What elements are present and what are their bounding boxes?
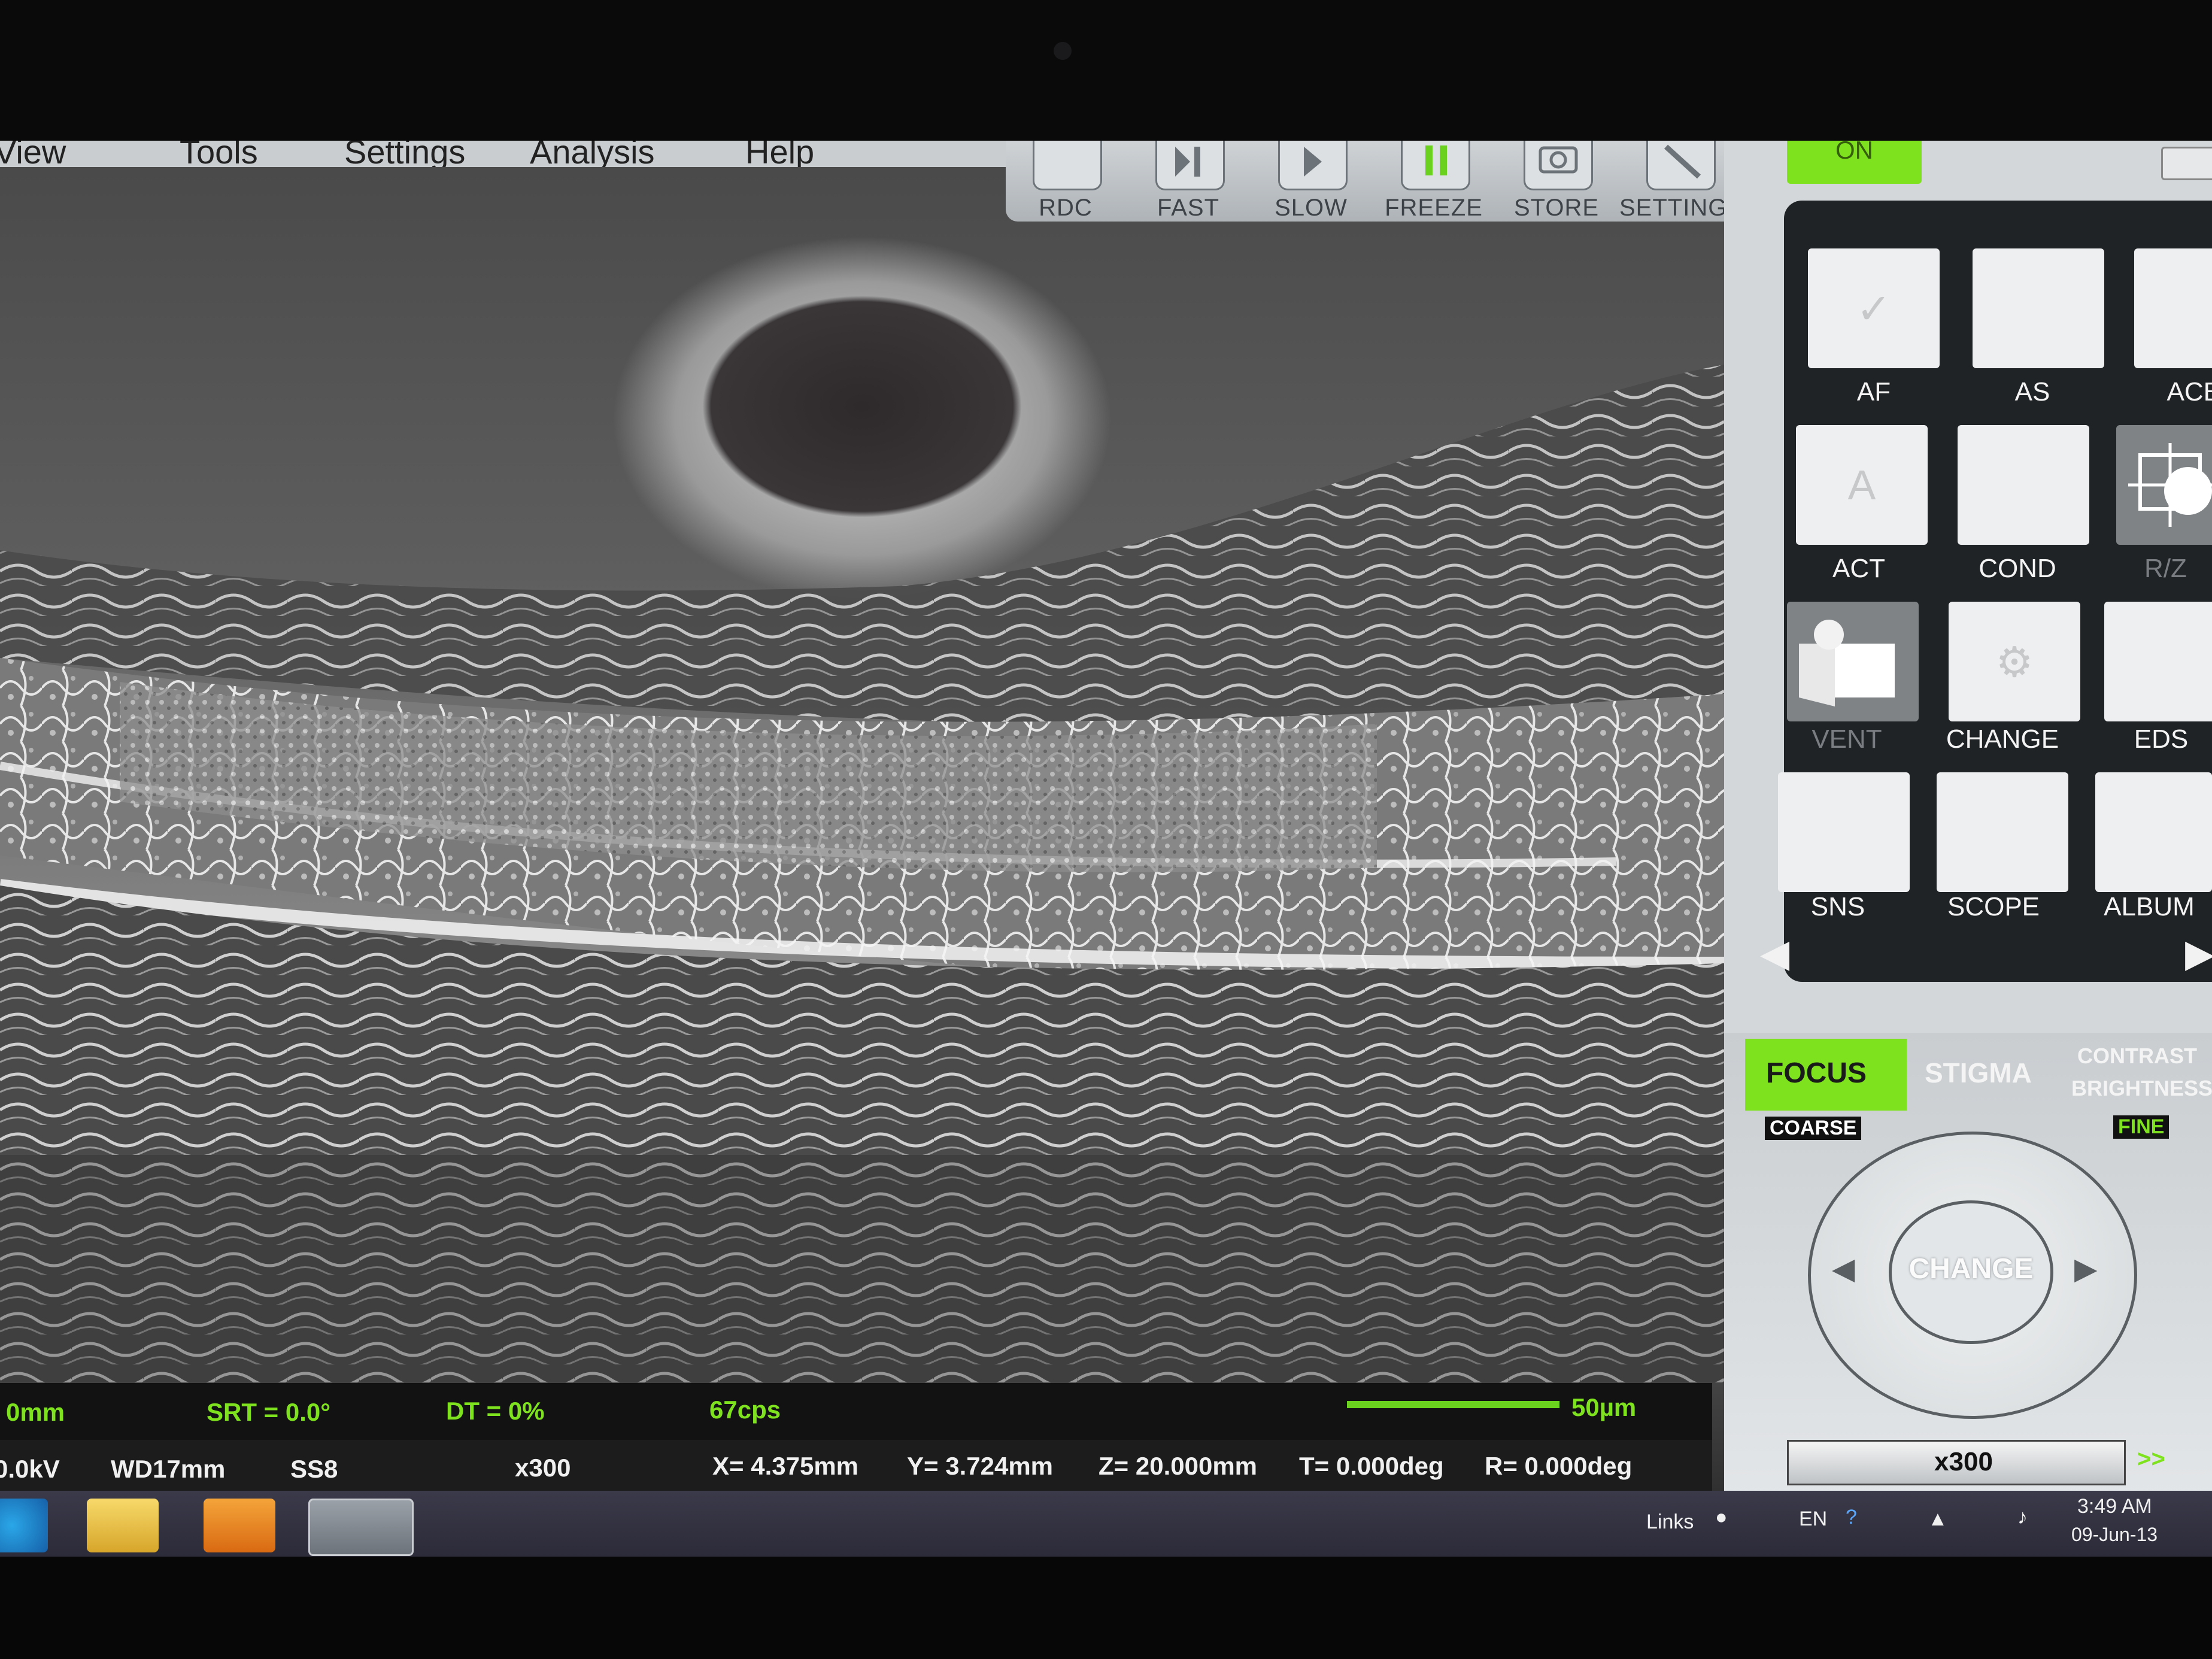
act-button[interactable]: A <box>1796 425 1928 545</box>
album-button[interactable] <box>2095 772 2212 892</box>
volume-icon[interactable]: ♪ <box>2017 1506 2028 1529</box>
freeze-label: FREEZE <box>1385 195 1483 221</box>
change-label: CHANGE <box>1946 724 2059 754</box>
scope-label: SCOPE <box>1947 892 2040 921</box>
screen: View Tools Settings Analysis Help RDC FA… <box>0 141 2212 1557</box>
fast-button[interactable]: FAST <box>1128 141 1248 222</box>
cond-label: COND <box>1979 554 2056 583</box>
z-readout: Z= 20.000mm <box>1099 1452 1258 1480</box>
ie-app-icon[interactable] <box>0 1499 48 1552</box>
image-toolbar: RDC FAST SLOW FREEZE STORE SETTINGS <box>1006 141 1744 222</box>
rz-label: R/Z <box>2144 554 2187 583</box>
sem-app-icon[interactable] <box>308 1499 414 1556</box>
change-button[interactable]: ⚙ <box>1949 602 2080 721</box>
slow-button[interactable]: SLOW <box>1251 141 1371 222</box>
tab-contrast[interactable]: CONTRAST <box>2077 1044 2197 1069</box>
fine-label[interactable]: FINE <box>2113 1115 2169 1139</box>
ss-readout: SS8 <box>290 1455 338 1483</box>
slow-label: SLOW <box>1275 195 1348 221</box>
on-label: ON <box>1835 141 1873 164</box>
t-readout: T= 0.000deg <box>1299 1452 1444 1480</box>
acb-label: ACB <box>2167 377 2212 407</box>
settings-button[interactable]: SETTINGS <box>1619 141 1744 222</box>
next-page-icon[interactable]: ▶ <box>2185 931 2212 976</box>
vent-icon <box>1799 620 1895 706</box>
sns-label: SNS <box>1810 892 1865 921</box>
cond-button[interactable] <box>1958 425 2089 545</box>
act-icon: A <box>1847 462 1876 508</box>
cps-readout: 67cps <box>709 1396 781 1424</box>
mag-readout: x300 <box>515 1454 571 1482</box>
media-player-app-icon[interactable] <box>204 1499 275 1552</box>
distance-readout: 0mm <box>6 1398 65 1426</box>
x-readout: X= 4.375mm <box>712 1452 859 1480</box>
r-readout: R= 0.000deg <box>1485 1452 1633 1480</box>
album-label: ALBUM <box>2104 892 2195 921</box>
vent-label: VENT <box>1812 724 1882 754</box>
dt-readout: DT = 0% <box>446 1397 545 1425</box>
scope-button[interactable] <box>1937 772 2068 892</box>
beam-on-indicator[interactable]: ON <box>1787 141 1922 184</box>
clock-date[interactable]: 09-Jun-13 <box>2071 1524 2158 1546</box>
acb-button[interactable] <box>2134 248 2212 368</box>
af-label: AF <box>1856 377 1891 407</box>
rz-button[interactable] <box>2116 425 2212 545</box>
kv-readout: 0.0kV <box>0 1455 60 1483</box>
clock-time[interactable]: 3:49 AM <box>2077 1495 2152 1518</box>
fast-forward-icon <box>1155 141 1225 190</box>
tab-focus[interactable]: FOCUS <box>1745 1039 1907 1111</box>
camera-icon <box>1524 141 1593 190</box>
explorer-app-icon[interactable] <box>87 1499 159 1552</box>
af-button[interactable]: ✓ <box>1808 248 1940 368</box>
webcam <box>1054 42 1072 60</box>
rdc-button[interactable]: RDC <box>1006 141 1125 222</box>
srt-readout: SRT = 0.0° <box>207 1398 331 1426</box>
af-icon: ✓ <box>1856 286 1892 332</box>
sem-specimen-image <box>0 365 1724 1382</box>
scale-bar <box>1347 1401 1559 1408</box>
y-readout: Y= 3.724mm <box>907 1452 1054 1480</box>
coarse-label[interactable]: COARSE <box>1765 1117 1862 1140</box>
scale-label: 50µm <box>1571 1393 1637 1421</box>
next-step-button[interactable]: >> <box>2137 1446 2165 1473</box>
play-icon <box>1278 141 1348 190</box>
vent-button[interactable] <box>1787 602 1919 721</box>
sem-image-view[interactable] <box>0 167 1724 1526</box>
wrench-icon <box>1646 141 1716 190</box>
focus-change-label: CHANGE <box>1908 1253 2034 1285</box>
minimize-button[interactable] <box>2161 147 2212 180</box>
pause-icon <box>1401 141 1470 190</box>
act-label: ACT <box>1832 554 1885 583</box>
tab-stigma[interactable]: STIGMA <box>1925 1057 2032 1089</box>
prev-page-icon[interactable]: ◀ <box>1760 931 1789 976</box>
store-button[interactable]: STORE <box>1497 141 1616 222</box>
crosshair-icon <box>2128 443 2212 527</box>
focus-decrease-icon[interactable]: ◀ <box>1832 1251 1855 1286</box>
eds-button[interactable] <box>2104 602 2212 721</box>
language-indicator[interactable]: EN <box>1799 1508 1827 1531</box>
store-label: STORE <box>1513 195 1600 221</box>
eds-label: EDS <box>2134 724 2189 754</box>
fast-label: FAST <box>1157 195 1220 221</box>
rdc-label: RDC <box>1039 195 1093 221</box>
as-label: AS <box>2014 377 2050 407</box>
monitor-bezel-bottom <box>0 1557 2212 1659</box>
sns-button[interactable] <box>1778 772 1910 892</box>
square-icon <box>1033 141 1102 190</box>
tab-focus-label: FOCUS <box>1766 1057 1867 1089</box>
wd-readout: WD17mm <box>111 1455 226 1483</box>
ie-tray-icon[interactable]: ● <box>1715 1506 1728 1529</box>
monitor-bezel-top <box>0 0 2212 144</box>
freeze-button[interactable]: FREEZE <box>1374 141 1494 222</box>
as-button[interactable] <box>1973 248 2104 368</box>
tab-brightness[interactable]: BRIGHTNESS <box>2071 1076 2212 1101</box>
focus-increase-icon[interactable]: ▶ <box>2074 1251 2097 1286</box>
help-icon[interactable]: ? <box>1846 1506 1857 1529</box>
magnification-value: x300 <box>1934 1447 1993 1476</box>
gear-icon: ⚙ <box>1995 639 2034 686</box>
settings-label: SETTINGS <box>1619 195 1744 221</box>
show-hidden-icons[interactable]: ▲ <box>1928 1508 1948 1531</box>
links-toolbar[interactable]: Links <box>1646 1511 1694 1534</box>
